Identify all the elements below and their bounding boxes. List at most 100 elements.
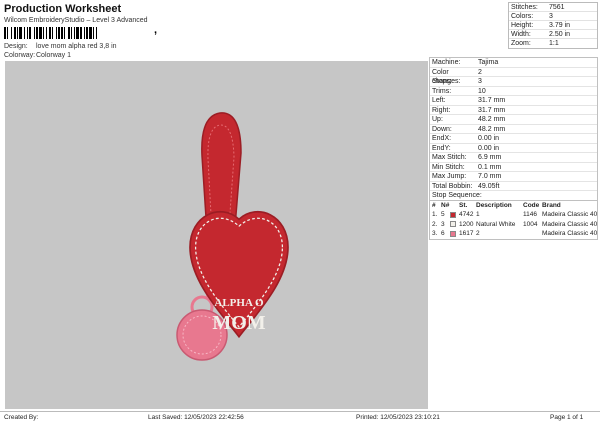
design-text-line2: MOM bbox=[212, 312, 265, 334]
machine-info-label: Min Stitch: bbox=[432, 163, 465, 171]
thread-swatch bbox=[450, 210, 459, 220]
stop-num: 2. bbox=[432, 220, 438, 228]
machine-info-value: 48.2 mm bbox=[478, 116, 506, 123]
header-brand: Brand bbox=[542, 201, 561, 209]
stop-needle: 6 bbox=[441, 230, 445, 237]
design-meta: Design: love mom alpha red 3,8 in Colorw… bbox=[4, 42, 424, 60]
meta-colorway-label: Colorway: bbox=[4, 52, 36, 59]
footer-printed: Printed: 12/05/2023 23:10:21 bbox=[356, 414, 440, 421]
stop-num: 3. bbox=[432, 230, 438, 237]
machine-info-value: 31.7 mm bbox=[478, 106, 506, 114]
machine-info-label: Machine: bbox=[432, 59, 461, 66]
stop-sequence-row: 1. 5 4742 1 1146 Madeira Classic 40 bbox=[430, 210, 597, 220]
header-num: # bbox=[432, 201, 436, 209]
header-swatch bbox=[450, 201, 459, 211]
footer-last-saved: Last Saved: 12/05/2023 22:42:56 bbox=[148, 414, 244, 421]
machine-info-label: Up: bbox=[432, 116, 443, 123]
barcode-suffix: , bbox=[154, 24, 158, 36]
machine-info-label: EndY: bbox=[432, 144, 451, 152]
machine-info-value: 3 bbox=[478, 78, 482, 85]
header-stitches: St. bbox=[459, 201, 468, 209]
summary-label: Width: bbox=[511, 31, 531, 38]
summary-value: 3.79 in bbox=[549, 22, 571, 29]
stop-description: Natural White bbox=[476, 220, 516, 228]
machine-info-value: 10 bbox=[478, 87, 486, 95]
summary-row: Height: 3.79 in bbox=[509, 21, 597, 30]
stop-needle: 3 bbox=[441, 220, 445, 228]
footer-page: Page 1 of 1 bbox=[550, 414, 584, 421]
machine-info-row: Stops: 3 bbox=[430, 77, 597, 87]
machine-info-value: 49.05ft bbox=[478, 182, 500, 190]
summary-value: 3 bbox=[549, 13, 553, 20]
summary-value: 2.50 in bbox=[549, 31, 571, 38]
summary-value: 7561 bbox=[549, 4, 565, 11]
summary-label: Zoom: bbox=[511, 40, 531, 47]
thread-swatch bbox=[450, 220, 459, 230]
machine-info-value: 48.2 mm bbox=[478, 125, 506, 133]
machine-info-row: Trims: 10 bbox=[430, 87, 597, 96]
machine-info-label: EndX: bbox=[432, 135, 452, 142]
stop-code bbox=[523, 229, 542, 239]
machine-info-row: Down: 48.2 mm bbox=[430, 125, 597, 134]
keychain-illustration: ALPHA O MOM bbox=[176, 112, 289, 361]
stop-num: 1. bbox=[432, 211, 438, 218]
stop-description: 1 bbox=[476, 211, 480, 218]
meta-design-label: Design: bbox=[4, 43, 28, 50]
machine-info-value: 0.1 mm bbox=[478, 163, 502, 171]
summary-value: 1:1 bbox=[549, 40, 559, 47]
stop-sequence-header: # N# St. Description Code Brand bbox=[430, 201, 597, 211]
machine-info-row: EndX: 0.00 in bbox=[430, 134, 597, 144]
machine-info-label: Right: bbox=[432, 106, 451, 114]
machine-info-value: 6.9 mm bbox=[478, 154, 502, 161]
machine-info-row: Max Jump: 7.0 mm bbox=[430, 172, 597, 182]
machine-info-label: Down: bbox=[432, 125, 452, 133]
machine-info-row: Right: 31.7 mm bbox=[430, 106, 597, 115]
header-needle: N# bbox=[441, 201, 450, 209]
stop-brand: Madeira Classic 40 bbox=[542, 220, 597, 228]
machine-info-label: Left: bbox=[432, 97, 446, 104]
header-description: Description bbox=[476, 201, 512, 209]
meta-colorway-row: Colorway: Colorway 1 bbox=[4, 51, 424, 60]
barcode-bar bbox=[97, 27, 98, 39]
meta-design-row: Design: love mom alpha red 3,8 in bbox=[4, 42, 424, 51]
footer-created-by: Created By: bbox=[4, 414, 39, 421]
machine-info-row: Color changes: 2 bbox=[430, 68, 597, 85]
stop-sequence-rows: 1. 5 4742 1 1146 Madeira Classic 40 2. 3 1200 Nat… bbox=[430, 210, 597, 239]
machine-info-label: Max Stitch: bbox=[432, 154, 467, 161]
summary-label: Colors: bbox=[511, 13, 534, 20]
machine-info-row: Up: 48.2 mm bbox=[430, 115, 597, 125]
machine-info-rows: Machine: Tajima Color changes: 2 Stops: 3 Trim… bbox=[430, 58, 597, 191]
stop-brand: Madeira Classic 40 bbox=[542, 230, 597, 237]
stop-sequence-label: Stop Sequence: bbox=[430, 191, 597, 201]
summary-row: Stitches: 7561 bbox=[509, 3, 597, 12]
machine-info-value: Tajima bbox=[478, 59, 499, 66]
summary-label: Stitches: bbox=[511, 4, 538, 11]
machine-info-box: Machine: Tajima Color changes: 2 Stops: 3 Trim… bbox=[429, 57, 598, 240]
machine-info-row: Left: 31.7 mm bbox=[430, 96, 597, 106]
stop-description: 2 bbox=[476, 230, 480, 237]
machine-info-value: 31.7 mm bbox=[478, 97, 506, 104]
header-code: Code bbox=[523, 201, 540, 209]
meta-design-value: love mom alpha red 3,8 in bbox=[36, 43, 117, 50]
machine-info-value: 7.0 mm bbox=[478, 173, 502, 180]
design-text-line1: ALPHA O bbox=[214, 297, 264, 309]
stop-stitches: 1200 bbox=[459, 220, 474, 228]
worksheet-title: Production Worksheet bbox=[4, 3, 122, 15]
machine-info-row: Machine: Tajima bbox=[430, 58, 597, 68]
summary-row: Zoom: 1:1 bbox=[509, 39, 597, 48]
design-barcode bbox=[4, 27, 154, 39]
machine-info-value: 2 bbox=[478, 68, 482, 76]
design-preview: ALPHA O MOM bbox=[5, 61, 428, 409]
summary-row: Width: 2.50 in bbox=[509, 30, 597, 39]
machine-info-label: Trims: bbox=[432, 87, 452, 95]
machine-info-label: Stops: bbox=[432, 78, 452, 85]
stop-needle: 5 bbox=[441, 211, 445, 218]
machine-info-row: EndY: 0.00 in bbox=[430, 144, 597, 153]
stop-stitches: 1617 bbox=[459, 230, 474, 237]
page-footer: Created By: Last Saved: 12/05/2023 22:42… bbox=[0, 411, 600, 424]
machine-info-row: Total Bobbin: 49.05ft bbox=[430, 182, 597, 191]
stop-sequence-row: 2. 3 1200 Natural White 1004 Madeira Classic … bbox=[430, 220, 597, 230]
summary-box: Stitches: 7561 Colors: 3 Height: 3.79 in Wi… bbox=[508, 2, 598, 49]
machine-info-label: Max Jump: bbox=[432, 173, 467, 180]
machine-info-value: 0.00 in bbox=[478, 144, 500, 152]
